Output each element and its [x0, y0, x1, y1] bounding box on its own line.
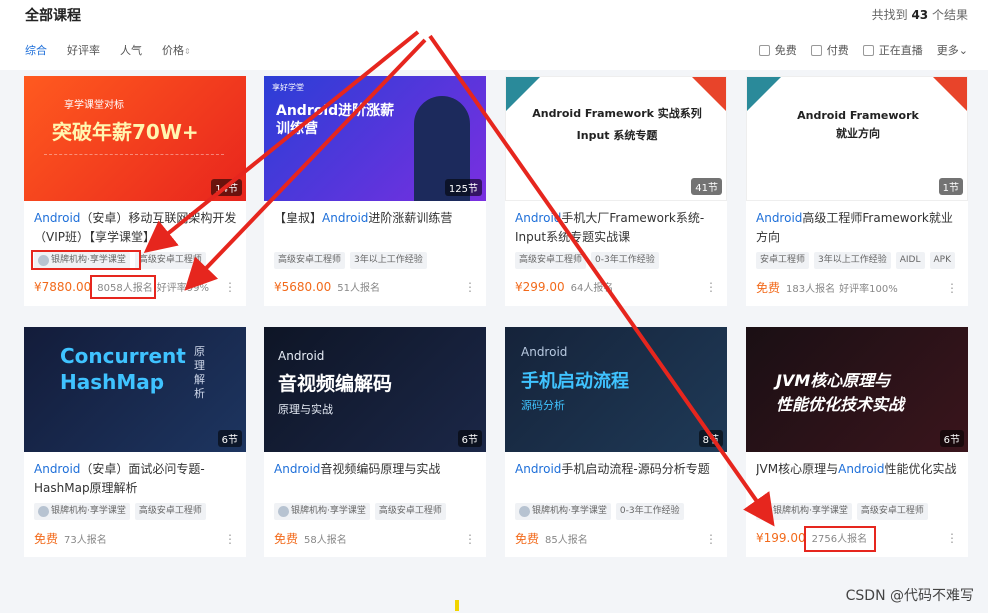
course-list-page: 全部课程 共找到 43 个结果 综合 好评率 人气 价格⇕ 免费 付费 正在直播…	[0, 0, 988, 613]
annotation-arrows	[143, 30, 775, 527]
arrow	[143, 30, 420, 254]
arrow	[428, 34, 775, 527]
arrow	[184, 38, 427, 291]
watermark: CSDN @代码不难写	[845, 588, 974, 604]
scroll-marker	[455, 600, 459, 611]
